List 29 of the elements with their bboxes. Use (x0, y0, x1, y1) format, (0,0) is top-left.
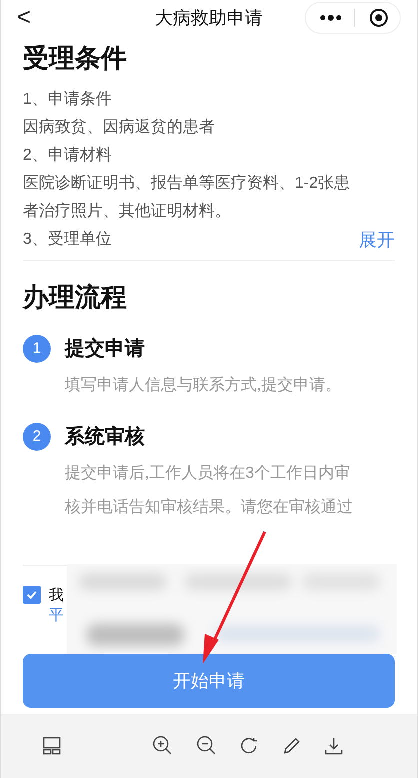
pencil-icon[interactable] (283, 737, 301, 755)
start-application-button[interactable]: 开始申请 (23, 654, 395, 708)
condition-text: 2、申请材料 (23, 146, 112, 166)
step-number: 2 (23, 423, 51, 451)
step-title: 系统审核 (65, 424, 146, 450)
window-title: 大病救助申请 (155, 6, 263, 30)
agreement-link[interactable]: 平 (49, 606, 64, 626)
agreement-text: 我 (49, 586, 64, 606)
condition-text: 因病致贫、因病返贫的患者 (23, 118, 215, 138)
step-number: 1 (23, 335, 51, 363)
agree-checkbox[interactable] (23, 586, 41, 604)
rotate-icon[interactable] (241, 737, 259, 755)
layout-icon[interactable] (43, 737, 61, 755)
step-description: 填写申请人信息与联系方式,提交申请。 (65, 376, 342, 396)
condition-text: 1、申请条件 (23, 90, 112, 110)
zoom-out-icon[interactable] (197, 736, 217, 756)
step-description: 提交申请后,工作人员将在3个工作日内审核并电话告知审核结果。请您在审核通过 (65, 464, 354, 518)
section-title: 受理条件 (23, 42, 128, 75)
back-button[interactable]: < (17, 0, 32, 36)
step-title: 提交申请 (65, 336, 146, 362)
zoom-in-icon[interactable] (153, 736, 173, 756)
expand-link[interactable]: 展开 (359, 226, 395, 254)
close-icon[interactable] (369, 8, 389, 28)
condition-text: 3、受理单位 (23, 230, 112, 250)
download-icon[interactable] (325, 737, 343, 755)
section-title: 办理流程 (23, 281, 128, 314)
check-icon (26, 589, 38, 601)
condition-text: 医院诊断证明书、报告单等医疗资料、1-2张患者治疗照片、其他证明材料。 (23, 174, 352, 222)
more-icon[interactable] (320, 15, 342, 21)
